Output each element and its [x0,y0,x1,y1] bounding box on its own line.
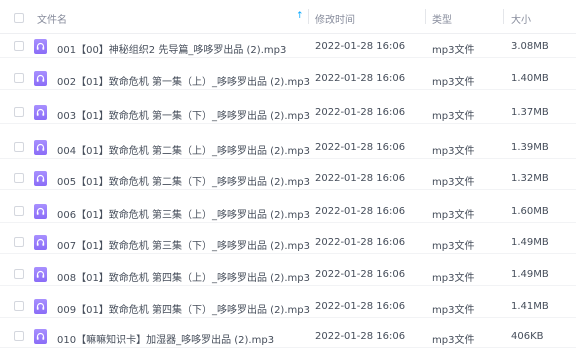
file-size: 1.39MB [511,142,549,153]
row-checkbox[interactable] [14,73,24,83]
row-checkbox[interactable] [14,237,24,247]
file-modified-date: 2022-01-28 16:06 [315,301,406,312]
file-name[interactable]: 001【00】神秘组织2 先导篇_哆哆罗出品 (2).mp3 [57,41,286,56]
file-type: mp3文件 [432,77,475,88]
row-checkbox[interactable] [14,331,24,341]
audio-file-icon [34,235,47,250]
file-size: 1.49MB [511,269,549,280]
row-checkbox[interactable] [14,269,24,279]
file-modified-date: 2022-01-28 16:06 [315,41,406,52]
file-row[interactable]: 007【01】致命危机 第三集（下）_哆哆罗出品 (2).mp3 2022-01-… [0,225,576,254]
file-modified-date: 2022-01-28 16:06 [315,237,406,248]
column-divider[interactable] [425,9,426,24]
file-size: 406KB [511,331,544,342]
audio-file-icon [34,329,47,344]
file-type: mp3文件 [432,210,475,221]
file-size: 1.60MB [511,206,549,217]
audio-file-icon [34,299,47,314]
select-all-checkbox[interactable] [14,13,24,23]
file-name[interactable]: 009【01】致命危机 第四集（下）_哆哆罗出品 (2).mp3 [57,301,310,316]
file-size: 1.37MB [511,107,549,118]
audio-file-icon [34,204,47,219]
file-name[interactable]: 005【01】致命危机 第二集（下）_哆哆罗出品 (2).mp3 [57,173,310,188]
file-modified-date: 2022-01-28 16:06 [315,142,406,153]
row-checkbox[interactable] [14,206,24,216]
row-checkbox[interactable] [14,107,24,117]
file-type: mp3文件 [432,45,475,56]
column-header-name[interactable]: 文件名 [37,11,67,26]
file-row[interactable]: 004【01】致命危机 第二集（上）_哆哆罗出品 (2).mp3 2022-01-… [0,130,576,159]
file-type: mp3文件 [432,335,475,346]
column-header-modified[interactable]: 修改时间 [315,11,355,26]
file-name[interactable]: 004【01】致命危机 第二集（上）_哆哆罗出品 (2).mp3 [57,142,310,157]
file-row[interactable]: 001【00】神秘组织2 先导篇_哆哆罗出品 (2).mp3 2022-01-28… [0,29,576,58]
file-size: 1.41MB [511,301,549,312]
file-modified-date: 2022-01-28 16:06 [315,331,406,342]
audio-file-icon [34,140,47,155]
file-type: mp3文件 [432,111,475,122]
file-name[interactable]: 010【嘛嘛知识卡】加湿器_哆哆罗出品 (2).mp3 [57,331,274,346]
column-header-size[interactable]: 大小 [511,11,531,26]
file-row[interactable]: 006【01】致命危机 第三集（上）_哆哆罗出品 (2).mp3 2022-01-… [0,194,576,223]
file-size: 1.40MB [511,73,549,84]
row-checkbox[interactable] [14,173,24,183]
file-size: 1.32MB [511,173,549,184]
file-name[interactable]: 007【01】致命危机 第三集（下）_哆哆罗出品 (2).mp3 [57,237,310,252]
file-row[interactable]: 003【01】致命危机 第一集（下）_哆哆罗出品 (2).mp3 2022-01-… [0,95,576,124]
file-name[interactable]: 008【01】致命危机 第四集（上）_哆哆罗出品 (2).mp3 [57,269,310,284]
file-name[interactable]: 003【01】致命危机 第一集（下）_哆哆罗出品 (2).mp3 [57,107,310,122]
column-divider[interactable] [308,9,309,24]
column-divider[interactable] [503,9,504,24]
audio-file-icon [34,171,47,186]
file-type: mp3文件 [432,305,475,316]
file-name[interactable]: 006【01】致命危机 第三集（上）_哆哆罗出品 (2).mp3 [57,206,310,221]
file-modified-date: 2022-01-28 16:06 [315,73,406,84]
file-modified-date: 2022-01-28 16:06 [315,269,406,280]
row-checkbox[interactable] [14,301,24,311]
file-modified-date: 2022-01-28 16:06 [315,107,406,118]
file-modified-date: 2022-01-28 16:06 [315,206,406,217]
audio-file-icon [34,71,47,86]
file-name[interactable]: 002【01】致命危机 第一集（上）_哆哆罗出品 (2).mp3 [57,73,310,88]
file-row[interactable]: 005【01】致命危机 第二集（下）_哆哆罗出品 (2).mp3 2022-01-… [0,161,576,190]
audio-file-icon [34,39,47,54]
file-modified-date: 2022-01-28 16:06 [315,173,406,184]
file-type: mp3文件 [432,146,475,157]
file-size: 1.49MB [511,237,549,248]
row-checkbox[interactable] [14,142,24,152]
file-type: mp3文件 [432,273,475,284]
file-row[interactable]: 009【01】致命危机 第四集（下）_哆哆罗出品 (2).mp3 2022-01-… [0,289,576,318]
audio-file-icon [34,105,47,120]
file-row[interactable]: 008【01】致命危机 第四集（上）_哆哆罗出品 (2).mp3 2022-01-… [0,257,576,286]
file-size: 3.08MB [511,41,549,52]
column-header-type[interactable]: 类型 [432,11,452,26]
audio-file-icon [34,267,47,282]
file-row[interactable]: 010【嘛嘛知识卡】加湿器_哆哆罗出品 (2).mp3 2022-01-28 16… [0,319,576,348]
row-checkbox[interactable] [14,41,24,51]
file-type: mp3文件 [432,177,475,188]
sort-arrow-up-icon[interactable]: ↑ [296,11,304,21]
file-row[interactable]: 002【01】致命危机 第一集（上）_哆哆罗出品 (2).mp3 2022-01-… [0,61,576,90]
file-type: mp3文件 [432,241,475,252]
